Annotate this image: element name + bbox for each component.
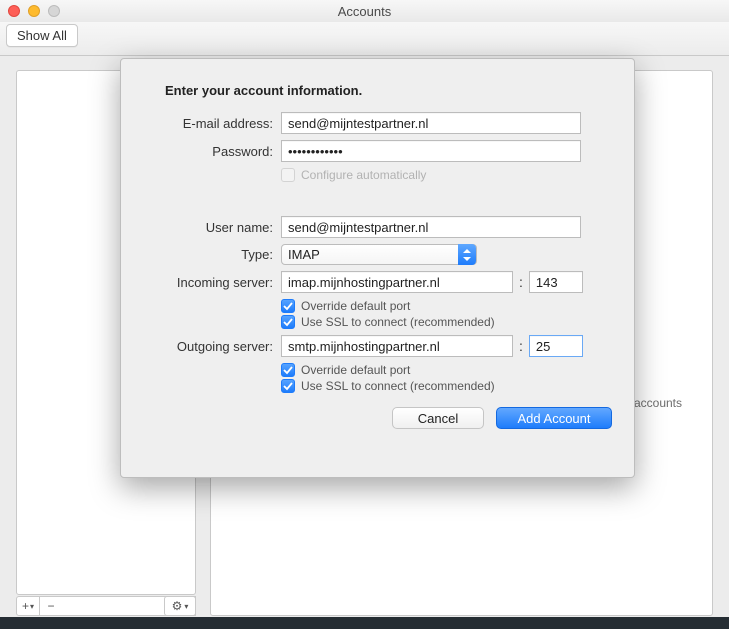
chevron-down-icon: ▾ xyxy=(184,602,188,611)
label-configure-auto: Configure automatically xyxy=(301,168,426,182)
chevron-down-icon: ▾ xyxy=(30,602,34,611)
email-input[interactable] xyxy=(281,112,581,134)
label-use-ssl: Use SSL to connect (recommended) xyxy=(301,315,495,329)
minus-icon: − xyxy=(47,599,54,613)
remove-account-button[interactable]: − xyxy=(39,596,63,616)
label-incoming: Incoming server: xyxy=(143,275,273,290)
label-override-port: Override default port xyxy=(301,363,410,377)
checkmark-icon xyxy=(281,363,295,377)
label-use-ssl: Use SSL to connect (recommended) xyxy=(301,379,495,393)
row-email: E-mail address: xyxy=(143,112,612,134)
show-all-button[interactable]: Show All xyxy=(6,24,78,47)
incoming-port-input[interactable] xyxy=(529,271,583,293)
row-incoming: Incoming server: : xyxy=(143,271,612,293)
select-dropdown-icon xyxy=(458,244,476,265)
sheet-title: Enter your account information. xyxy=(165,83,612,98)
type-select-value: IMAP xyxy=(288,247,320,262)
row-incoming-override: Override default port xyxy=(143,299,612,313)
incoming-host-input[interactable] xyxy=(281,271,513,293)
row-password: Password: xyxy=(143,140,612,162)
label-email: E-mail address: xyxy=(143,116,273,131)
incoming-use-ssl-checkbox[interactable]: Use SSL to connect (recommended) xyxy=(281,315,495,329)
row-outgoing-override: Override default port xyxy=(143,363,612,377)
password-input[interactable] xyxy=(281,140,581,162)
row-incoming-ssl: Use SSL to connect (recommended) xyxy=(143,315,612,329)
outgoing-override-port-checkbox[interactable]: Override default port xyxy=(281,363,410,377)
row-type: Type: IMAP xyxy=(143,244,612,265)
label-outgoing: Outgoing server: xyxy=(143,339,273,354)
desktop-strip xyxy=(0,617,729,629)
window-title: Accounts xyxy=(0,4,729,19)
row-outgoing-ssl: Use SSL to connect (recommended) xyxy=(143,379,612,393)
right-panel-hint-text: t accounts xyxy=(627,396,682,410)
checkmark-icon xyxy=(281,379,295,393)
label-override-port: Override default port xyxy=(301,299,410,313)
outgoing-host-input[interactable] xyxy=(281,335,513,357)
row-configure-auto: Configure automatically xyxy=(143,168,612,182)
add-account-button[interactable]: Add Account xyxy=(496,407,612,429)
configure-auto-checkbox[interactable]: Configure automatically xyxy=(281,168,426,182)
add-account-button[interactable]: +▾ xyxy=(16,596,40,616)
row-outgoing: Outgoing server: : xyxy=(143,335,612,357)
checkmark-icon xyxy=(281,299,295,313)
colon-separator: : xyxy=(519,338,523,354)
sidebar-controls: +▾ − ⚙▾ xyxy=(16,596,196,616)
type-select[interactable]: IMAP xyxy=(281,244,477,265)
label-password: Password: xyxy=(143,144,273,159)
checkbox-icon xyxy=(281,168,295,182)
gear-icon: ⚙ xyxy=(172,599,183,613)
titlebar: Accounts xyxy=(0,0,729,22)
outgoing-use-ssl-checkbox[interactable]: Use SSL to connect (recommended) xyxy=(281,379,495,393)
settings-button[interactable]: ⚙▾ xyxy=(164,596,196,616)
toolbar: Show All xyxy=(0,22,729,56)
username-input[interactable] xyxy=(281,216,581,238)
row-username: User name: xyxy=(143,216,612,238)
incoming-override-port-checkbox[interactable]: Override default port xyxy=(281,299,410,313)
sheet-buttons: Cancel Add Account xyxy=(143,407,612,429)
label-username: User name: xyxy=(143,220,273,235)
colon-separator: : xyxy=(519,274,523,290)
account-sheet: Enter your account information. E-mail a… xyxy=(120,58,635,478)
plus-icon: + xyxy=(22,599,29,613)
outgoing-port-input[interactable] xyxy=(529,335,583,357)
label-type: Type: xyxy=(143,247,273,262)
checkmark-icon xyxy=(281,315,295,329)
cancel-button[interactable]: Cancel xyxy=(392,407,484,429)
